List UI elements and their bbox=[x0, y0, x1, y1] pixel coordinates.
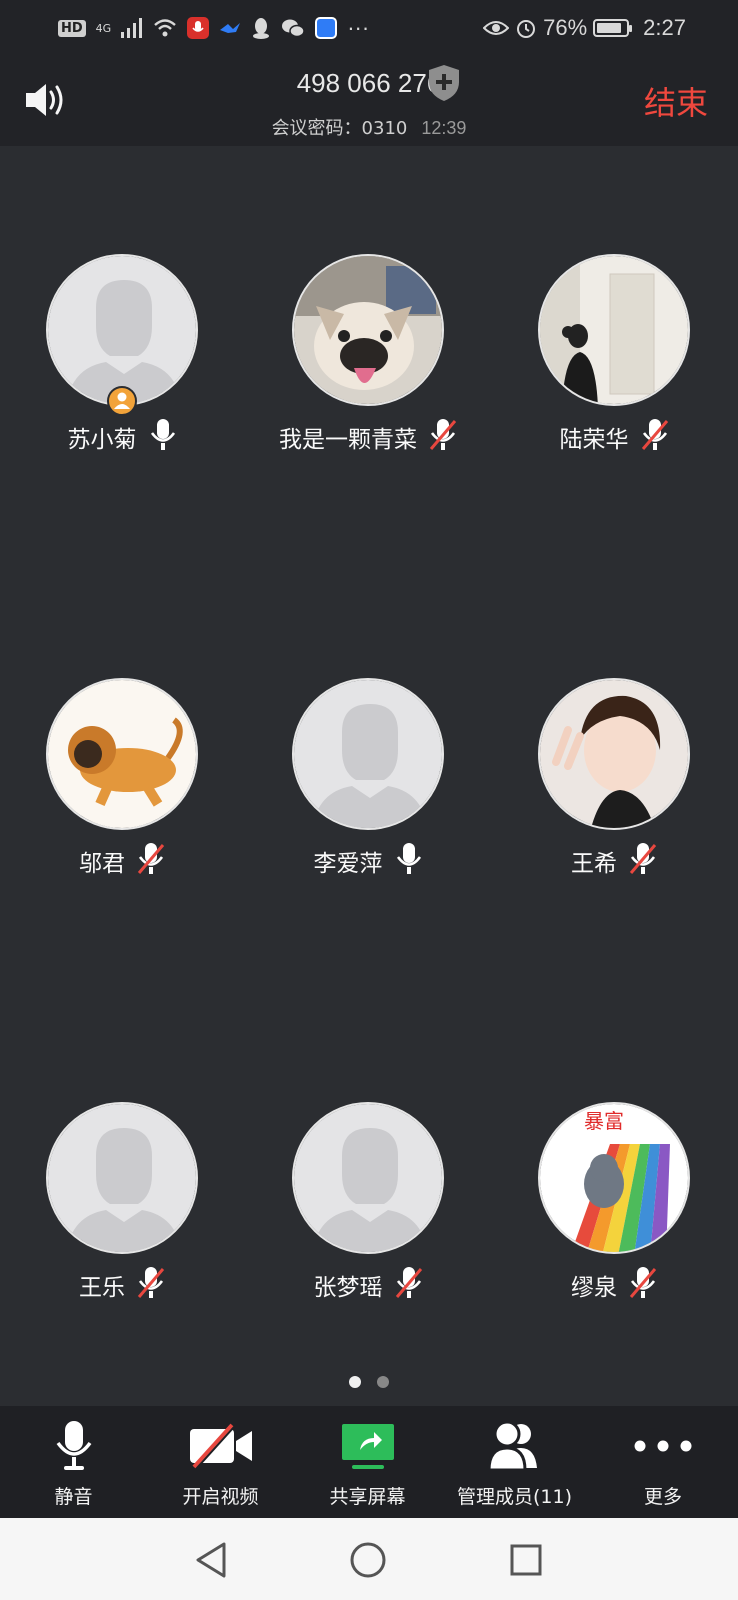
participant-tile[interactable]: 陆荣华 bbox=[494, 254, 734, 494]
participant-name-row: 张梦瑶 bbox=[248, 1266, 488, 1304]
participant-avatar[interactable] bbox=[46, 678, 198, 830]
microphone-muted-icon bbox=[641, 418, 669, 456]
recents-nav-icon[interactable] bbox=[504, 1538, 548, 1582]
participant-name-row: 缪泉 bbox=[494, 1266, 734, 1304]
microphone-muted-icon bbox=[137, 1266, 165, 1304]
participant-tile[interactable]: 李爱萍 bbox=[248, 678, 488, 918]
shield-plus-icon[interactable] bbox=[428, 64, 460, 102]
system-nav-bar bbox=[0, 1518, 738, 1600]
participant-avatar[interactable] bbox=[46, 1102, 198, 1254]
more-dots-icon bbox=[634, 1440, 692, 1452]
participant-name-row: 邬君 bbox=[2, 842, 242, 880]
participant-name: 王希 bbox=[571, 851, 617, 877]
participant-tile[interactable]: 王乐 bbox=[2, 1102, 242, 1342]
home-nav-icon[interactable] bbox=[346, 1538, 390, 1582]
recorder-app-icon bbox=[187, 17, 210, 39]
share-screen-button[interactable]: 共享屏幕 bbox=[294, 1406, 441, 1518]
participant-tile[interactable]: 王希 bbox=[494, 678, 734, 918]
participant-avatar[interactable] bbox=[46, 254, 198, 406]
participant-avatar[interactable] bbox=[292, 678, 444, 830]
qq-icon bbox=[253, 18, 270, 39]
microphone-icon bbox=[56, 1421, 91, 1470]
microphone-muted-icon bbox=[629, 842, 657, 880]
meeting-id[interactable]: 498 066 276 bbox=[0, 68, 738, 99]
end-meeting-button[interactable]: 结束 bbox=[644, 78, 708, 124]
back-nav-icon[interactable] bbox=[190, 1538, 234, 1582]
participant-name-row: 王希 bbox=[494, 842, 734, 880]
clock: 2:27 bbox=[643, 15, 686, 40]
more-button[interactable]: 更多 bbox=[588, 1406, 738, 1518]
mute-button[interactable]: 静音 bbox=[0, 1406, 147, 1518]
participant-tile[interactable]: 暴富缪泉 bbox=[494, 1102, 734, 1342]
status-right: 76% 2:27 bbox=[483, 14, 686, 42]
members-icon bbox=[486, 1420, 537, 1472]
meeting-toolbar: 静音 开启视频 共享屏幕 管理成员(11) 更多 bbox=[0, 1406, 738, 1518]
microphone-icon bbox=[395, 842, 423, 880]
meeting-duration: 12:39 bbox=[421, 118, 467, 138]
share-label: 共享屏幕 bbox=[329, 1486, 406, 1508]
video-off-icon bbox=[189, 1423, 252, 1469]
participant-name: 陆荣华 bbox=[559, 427, 629, 453]
host-badge-icon bbox=[107, 386, 137, 416]
battery-icon bbox=[593, 19, 633, 37]
meeting-header: 498 066 276 会议密码：0310 12:39 结束 bbox=[0, 56, 738, 146]
wifi-icon bbox=[154, 19, 177, 37]
wechat-icon bbox=[282, 19, 305, 38]
participant-name-row: 苏小菊 bbox=[2, 418, 242, 456]
participant-name-row: 我是一颗青菜 bbox=[248, 418, 488, 456]
participant-tile[interactable]: 苏小菊 bbox=[2, 254, 242, 494]
meeting-password: 会议密码：0310 bbox=[271, 118, 408, 139]
alarm-icon bbox=[517, 20, 536, 38]
share-screen-icon bbox=[341, 1424, 394, 1469]
participant-avatar[interactable]: 暴富 bbox=[538, 1102, 690, 1254]
participant-name-row: 李爱萍 bbox=[248, 842, 488, 880]
hd-badge: HD bbox=[58, 19, 86, 37]
members-label: 管理成员(11) bbox=[456, 1486, 572, 1508]
microphone-muted-icon bbox=[629, 1266, 657, 1304]
participant-tile[interactable]: 邬君 bbox=[2, 678, 242, 918]
participant-avatar[interactable] bbox=[538, 254, 690, 406]
participant-name: 我是一颗青菜 bbox=[279, 427, 417, 453]
tencent-meeting-app-icon bbox=[315, 17, 338, 39]
page-dot-2[interactable] bbox=[377, 1376, 389, 1388]
start-video-button[interactable]: 开启视频 bbox=[147, 1406, 294, 1518]
microphone-muted-icon bbox=[137, 842, 165, 880]
participant-name: 张梦瑶 bbox=[313, 1275, 383, 1301]
participant-name-row: 陆荣华 bbox=[494, 418, 734, 456]
page-dot-1[interactable] bbox=[349, 1376, 361, 1388]
participant-tile[interactable]: 我是一颗青菜 bbox=[248, 254, 488, 494]
participant-tile[interactable]: 张梦瑶 bbox=[248, 1102, 488, 1342]
microphone-muted-icon bbox=[429, 418, 457, 456]
feishu-app-icon bbox=[220, 23, 241, 33]
microphone-muted-icon bbox=[395, 1266, 423, 1304]
signal-icon bbox=[121, 18, 143, 38]
participant-name: 苏小菊 bbox=[67, 427, 137, 453]
participant-avatar[interactable] bbox=[292, 1102, 444, 1254]
eye-comfort-icon bbox=[483, 21, 510, 35]
more-notifications: ··· bbox=[347, 15, 370, 40]
battery-percent: 76% bbox=[543, 15, 588, 40]
participant-name: 李爱萍 bbox=[313, 851, 383, 877]
participant-avatar[interactable] bbox=[292, 254, 444, 406]
participant-name: 缪泉 bbox=[571, 1275, 617, 1301]
participant-name-row: 王乐 bbox=[2, 1266, 242, 1304]
manage-members-button[interactable]: 管理成员(11) bbox=[441, 1406, 588, 1518]
network-type: 4G bbox=[95, 21, 112, 35]
status-bar: HD 4G ··· 76% 2:27 bbox=[0, 0, 738, 56]
meeting-info-row: 会议密码：0310 12:39 bbox=[0, 114, 738, 140]
microphone-icon bbox=[149, 418, 177, 456]
participant-avatar[interactable] bbox=[538, 678, 690, 830]
more-label: 更多 bbox=[643, 1486, 682, 1508]
page-indicator bbox=[0, 1376, 738, 1388]
status-left: HD 4G ··· bbox=[58, 14, 369, 42]
participant-name: 王乐 bbox=[79, 1275, 125, 1301]
mute-label: 静音 bbox=[54, 1486, 93, 1508]
participant-name: 邬君 bbox=[79, 851, 125, 877]
video-label: 开启视频 bbox=[182, 1486, 259, 1508]
svg-text:暴富: 暴富 bbox=[584, 1109, 624, 1133]
